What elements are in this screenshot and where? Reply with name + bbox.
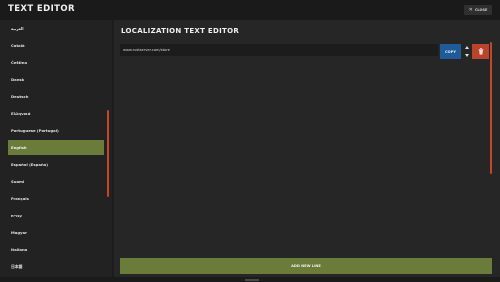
- move-down-icon[interactable]: [464, 53, 469, 57]
- close-icon: ✕: [468, 6, 473, 13]
- language-item[interactable]: Deutsch: [8, 89, 104, 104]
- delete-button[interactable]: [472, 44, 489, 59]
- language-item[interactable]: Čeština: [8, 55, 104, 70]
- sidebar-scrollbar[interactable]: [107, 110, 109, 197]
- text-line-input[interactable]: [120, 44, 438, 56]
- language-item[interactable]: Français: [8, 191, 104, 206]
- page-title: LOCALIZATION TEXT EDITOR: [121, 27, 240, 35]
- resize-handle[interactable]: [245, 279, 259, 281]
- language-item[interactable]: Ελληνικά: [8, 106, 104, 121]
- language-item[interactable]: Italiano: [8, 242, 104, 257]
- language-item[interactable]: Dansk: [8, 72, 104, 87]
- language-item[interactable]: 日本語: [8, 259, 104, 274]
- language-item[interactable]: עברית: [8, 208, 104, 223]
- language-item[interactable]: العربية: [8, 21, 104, 36]
- language-item[interactable]: Magyar: [8, 225, 104, 240]
- add-new-line-button[interactable]: ADD NEW LINE: [120, 258, 492, 274]
- copy-button[interactable]: COPY: [440, 44, 461, 59]
- language-item[interactable]: Portuguese (Portugal): [8, 123, 104, 138]
- move-up-icon[interactable]: [464, 46, 469, 50]
- language-item-selected[interactable]: English: [8, 140, 104, 155]
- title-bar: TEXT EDITOR ✕ CLOSE: [0, 0, 500, 20]
- language-item[interactable]: Español (España): [8, 157, 104, 172]
- trash-icon: [478, 48, 483, 55]
- close-label: CLOSE: [474, 8, 488, 12]
- language-sidebar: العربية Català Čeština Dansk Deutsch Ελλ…: [0, 20, 112, 282]
- reorder-controls: [462, 44, 471, 59]
- editor-panel: LOCALIZATION TEXT EDITOR COPY ADD NEW LI…: [114, 20, 500, 282]
- close-button[interactable]: ✕ CLOSE: [464, 5, 492, 15]
- app-title: TEXT EDITOR: [8, 4, 75, 14]
- editor-scrollbar[interactable]: [490, 42, 492, 174]
- language-item[interactable]: Català: [8, 38, 104, 53]
- language-item[interactable]: Suomi: [8, 174, 104, 189]
